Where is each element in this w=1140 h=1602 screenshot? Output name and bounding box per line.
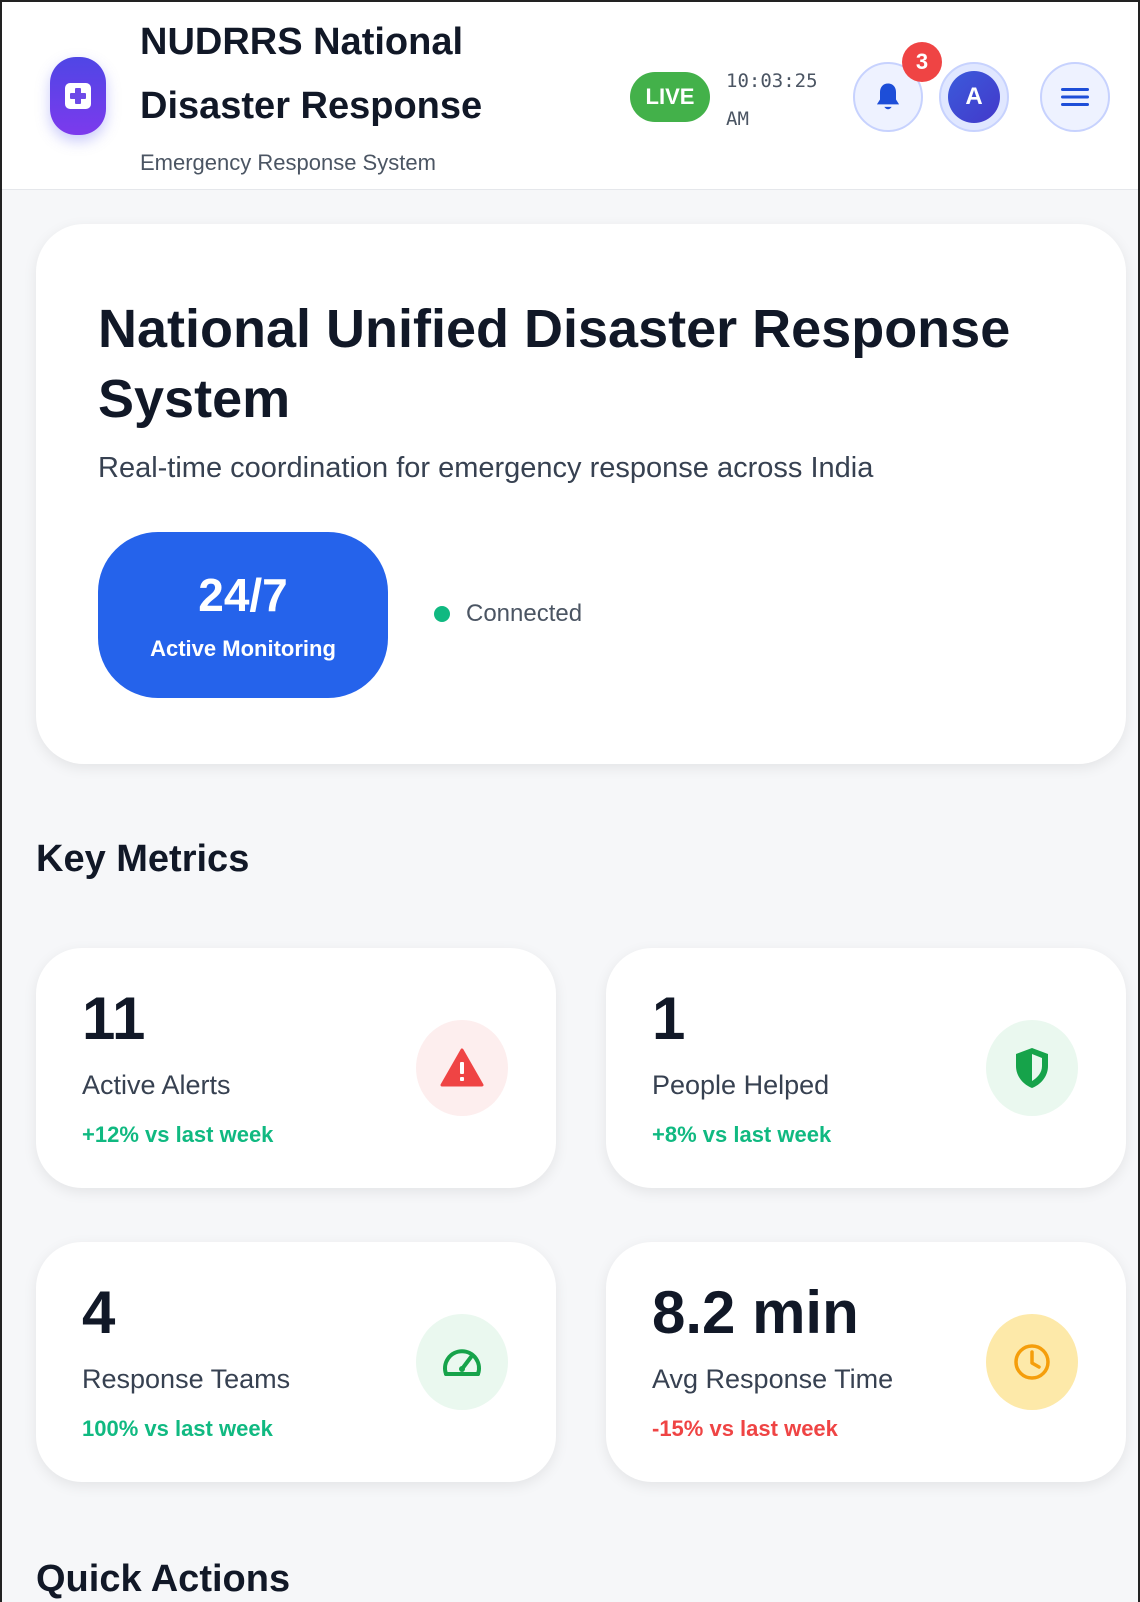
metric-label: Avg Response Time <box>652 1364 894 1394</box>
live-badge: LIVE <box>630 72 710 122</box>
metric-icon-container <box>986 1020 1078 1116</box>
app-frame: NUDRRS National Disaster Response Emerge… <box>0 0 1140 1602</box>
speedometer-icon <box>443 1349 481 1376</box>
hero-card: National Unified Disaster Response Syste… <box>36 224 1126 764</box>
bell-icon <box>876 83 900 110</box>
metric-change: 100% vs last week <box>82 1416 273 1441</box>
top-header: NUDRRS National Disaster Response Emerge… <box>2 2 1138 190</box>
status-dot-icon <box>434 606 450 622</box>
hamburger-menu-icon <box>1061 88 1089 106</box>
avatar: A <box>948 71 1000 123</box>
connection-status: Connected <box>434 600 582 628</box>
warning-icon <box>440 1048 484 1087</box>
medical-cross-icon <box>65 83 91 109</box>
metric-label: Response Teams <box>82 1364 291 1394</box>
metric-card-people-helped[interactable]: 1 People Helped +8% vs last week <box>606 948 1126 1188</box>
current-time: 10:03:25 AM <box>726 70 818 130</box>
key-metrics-title: Key Metrics <box>36 838 250 880</box>
active-monitoring-badge: 24/7 Active Monitoring <box>98 532 388 698</box>
metric-icon-container <box>416 1020 508 1116</box>
metric-change: +12% vs last week <box>82 1122 274 1147</box>
metric-value: 1 <box>652 985 686 1052</box>
quick-actions-title: Quick Actions <box>36 1558 291 1600</box>
metric-icon-container <box>986 1314 1078 1410</box>
app-logo[interactable] <box>50 57 106 135</box>
clock-icon <box>1014 1344 1050 1380</box>
menu-button[interactable] <box>1040 62 1110 132</box>
metric-value: 11 <box>82 985 146 1052</box>
connection-label: Connected <box>466 600 583 627</box>
metric-change: -15% vs last week <box>652 1416 838 1441</box>
hero-title: National Unified Disaster Response Syste… <box>98 299 1011 429</box>
metric-value: 8.2 min <box>652 1279 859 1346</box>
app-title: NUDRRS National Disaster Response <box>140 21 483 127</box>
metric-label: Active Alerts <box>82 1070 231 1100</box>
notification-count-badge: 3 <box>902 42 942 82</box>
metric-card-active-alerts[interactable]: 11 Active Alerts +12% vs last week <box>36 948 556 1188</box>
metric-label: People Helped <box>652 1070 830 1100</box>
app-subtitle: Emergency Response System <box>140 150 436 175</box>
metric-icon-container <box>416 1314 508 1410</box>
monitoring-value: 24/7 <box>198 569 288 621</box>
user-avatar-button[interactable]: A <box>939 62 1009 132</box>
hero-subtitle: Real-time coordination for emergency res… <box>98 452 874 484</box>
metric-value: 4 <box>82 1279 116 1346</box>
metric-card-response-teams[interactable]: 4 Response Teams 100% vs last week <box>36 1242 556 1482</box>
metric-card-avg-response-time[interactable]: 8.2 min Avg Response Time -15% vs last w… <box>606 1242 1126 1482</box>
monitoring-label: Active Monitoring <box>150 636 336 661</box>
shield-icon <box>1016 1048 1048 1088</box>
metric-change: +8% vs last week <box>652 1122 832 1147</box>
